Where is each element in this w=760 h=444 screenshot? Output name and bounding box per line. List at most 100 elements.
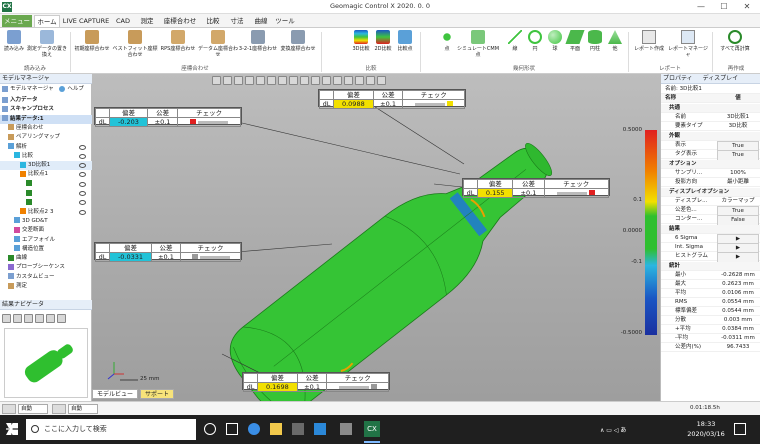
system-tray[interactable]: ∧ ▭ ◁ あ: [600, 425, 670, 434]
tree-item[interactable]: ペアリングマップ: [0, 133, 92, 142]
maximize-button[interactable]: ☐: [713, 1, 735, 13]
tree-item[interactable]: 座標合わせ: [0, 124, 92, 133]
tab-compare[interactable]: 比較: [202, 15, 224, 27]
annotation-callout[interactable]: 偏差 公差 チェック dL 0.0988 ±0.1: [318, 89, 466, 109]
datum-alignment-button[interactable]: データム座標合わせ: [198, 30, 238, 60]
tree-item[interactable]: 比較点1: [0, 170, 92, 179]
help-tab[interactable]: ヘルプ: [59, 85, 84, 92]
import-button[interactable]: 読み込み: [2, 30, 26, 60]
start-icon[interactable]: [6, 423, 18, 435]
tab-support[interactable]: サポート: [139, 389, 174, 399]
navigator-thumbnail[interactable]: [4, 328, 88, 398]
filter-select-2[interactable]: 自動: [68, 404, 98, 414]
tree-item[interactable]: 曲線: [0, 254, 92, 263]
visibility-eye-icon[interactable]: [79, 181, 86, 187]
minimize-button[interactable]: —: [690, 1, 712, 13]
snap-mode-icon[interactable]: [52, 404, 66, 414]
section-stats[interactable]: 統計: [661, 262, 760, 271]
section-option[interactable]: オプション: [661, 160, 760, 169]
cylinder-button[interactable]: 円柱: [586, 30, 604, 60]
tab-menu[interactable]: メニュー: [2, 15, 32, 27]
visibility-eye-icon[interactable]: [79, 191, 86, 196]
tree-item[interactable]: スキャンプロセス: [0, 105, 92, 114]
tab-measure[interactable]: 測定: [136, 15, 158, 27]
point-button[interactable]: 点: [438, 30, 456, 60]
tree-item[interactable]: カスタムビュー: [0, 273, 92, 282]
sphere-button[interactable]: 球: [546, 30, 564, 60]
app-icon-1[interactable]: [340, 423, 352, 435]
plane-button[interactable]: 平面: [565, 30, 585, 60]
edge-icon[interactable]: [248, 423, 260, 435]
tree-item[interactable]: [0, 189, 92, 198]
notification-icon[interactable]: [734, 423, 746, 435]
tree-item[interactable]: 交差断面: [0, 226, 92, 235]
initial-alignment-button[interactable]: 初期座標合わせ: [72, 30, 112, 60]
tab-live-capture[interactable]: LIVE CAPTURE: [62, 15, 110, 27]
refresh-icon[interactable]: [46, 314, 55, 323]
other-button[interactable]: 他: [606, 30, 624, 60]
replace-data-button[interactable]: 測定データの置き換え: [26, 30, 68, 60]
circle-button[interactable]: 円: [526, 30, 544, 60]
2d-compare-button[interactable]: 2D比較: [372, 30, 394, 60]
tree-item[interactable]: エアフォイル: [0, 236, 92, 245]
best-fit-button[interactable]: ベストフィット座標合わせ: [112, 30, 158, 60]
report-manager-button[interactable]: レポートマネージャ: [666, 30, 710, 60]
annotation-callout[interactable]: 偏差 公差 チェック dL -0.0331 ±0.1: [94, 242, 242, 262]
filter-select-1[interactable]: 自動: [18, 404, 48, 414]
tree-item[interactable]: 比較点2 3: [0, 208, 92, 217]
close-button[interactable]: ✕: [736, 1, 758, 13]
recalculate-all-button[interactable]: すべて再計算: [714, 30, 756, 60]
thumbnail-view-icon[interactable]: [2, 314, 11, 323]
mail-icon[interactable]: [314, 423, 326, 435]
tree-item[interactable]: 3D GD&T: [0, 217, 92, 226]
tab-display[interactable]: ディスプレイ: [703, 75, 739, 82]
tab-tools[interactable]: ツール: [274, 15, 296, 27]
annotation-callout[interactable]: 偏差 公差 チェック dL -0.203 ±0.1: [94, 107, 242, 127]
section-appearance[interactable]: 外観: [661, 132, 760, 141]
visibility-eye-icon[interactable]: [79, 209, 86, 215]
cortana-icon[interactable]: [204, 423, 216, 435]
tree-item[interactable]: 入力データ: [0, 96, 92, 105]
selection-mode-icon[interactable]: [2, 404, 16, 414]
tab-home[interactable]: ホーム: [34, 15, 60, 27]
tree-item[interactable]: [0, 180, 92, 189]
section-common[interactable]: 共通: [661, 104, 760, 113]
tab-alignment[interactable]: 座標合わせ: [160, 15, 200, 27]
settings-icon[interactable]: [57, 314, 66, 323]
tab-model-view[interactable]: モデルビュー: [92, 389, 139, 399]
store-icon[interactable]: [292, 423, 304, 435]
annotation-callout[interactable]: 偏差 公差 チェック dL 0.155 ±0.1: [462, 178, 610, 198]
simulate-cmm-point-button[interactable]: シミュレートCMM点: [456, 30, 500, 60]
visibility-eye-icon[interactable]: [79, 163, 86, 169]
section-result[interactable]: 結果: [661, 225, 760, 234]
visibility-eye-icon[interactable]: [79, 172, 86, 178]
model-manager-tab[interactable]: モデルマネージャ: [2, 85, 54, 92]
tab-property[interactable]: プロパティ: [663, 75, 693, 82]
visibility-eye-icon[interactable]: [79, 200, 86, 206]
tree-item[interactable]: 比較: [0, 152, 92, 161]
create-report-button[interactable]: レポート作成: [632, 30, 666, 60]
transform-alignment-button[interactable]: 変換座標合わせ: [278, 30, 318, 60]
line-button[interactable]: 線: [506, 30, 524, 60]
3d-compare-button[interactable]: 3D比較: [350, 30, 372, 60]
3d-viewport[interactable]: 25 mm 偏差 公差 チェック dL -0.203 ±0.1 偏差 公差 チェック dL 0…: [92, 74, 660, 401]
tree-item[interactable]: 測定: [0, 282, 92, 291]
tree-item[interactable]: [0, 198, 92, 207]
section-display-option[interactable]: ディスプレイオプション: [661, 188, 760, 197]
tree-item[interactable]: 構造位置: [0, 245, 92, 254]
tab-curve[interactable]: 曲線: [250, 15, 272, 27]
control-x-taskbar-icon[interactable]: CX: [364, 421, 380, 437]
compare-point-button[interactable]: 比較点: [394, 30, 416, 60]
tab-cad[interactable]: CAD: [112, 15, 134, 27]
list-view-icon[interactable]: [13, 314, 22, 323]
tree-item[interactable]: 3D比較1: [0, 161, 92, 171]
tab-dimension[interactable]: 寸法: [226, 15, 248, 27]
visibility-eye-icon[interactable]: [79, 144, 86, 150]
visibility-eye-icon[interactable]: [79, 153, 86, 159]
tree-item[interactable]: 解析: [0, 143, 92, 152]
taskbar-search-input[interactable]: ここに入力して検索: [26, 419, 196, 440]
grid-view-icon[interactable]: [24, 314, 33, 323]
detail-view-icon[interactable]: [35, 314, 44, 323]
tree-item[interactable]: 結果データ:1: [0, 114, 92, 124]
tree-item[interactable]: プローブシーケンス: [0, 263, 92, 272]
